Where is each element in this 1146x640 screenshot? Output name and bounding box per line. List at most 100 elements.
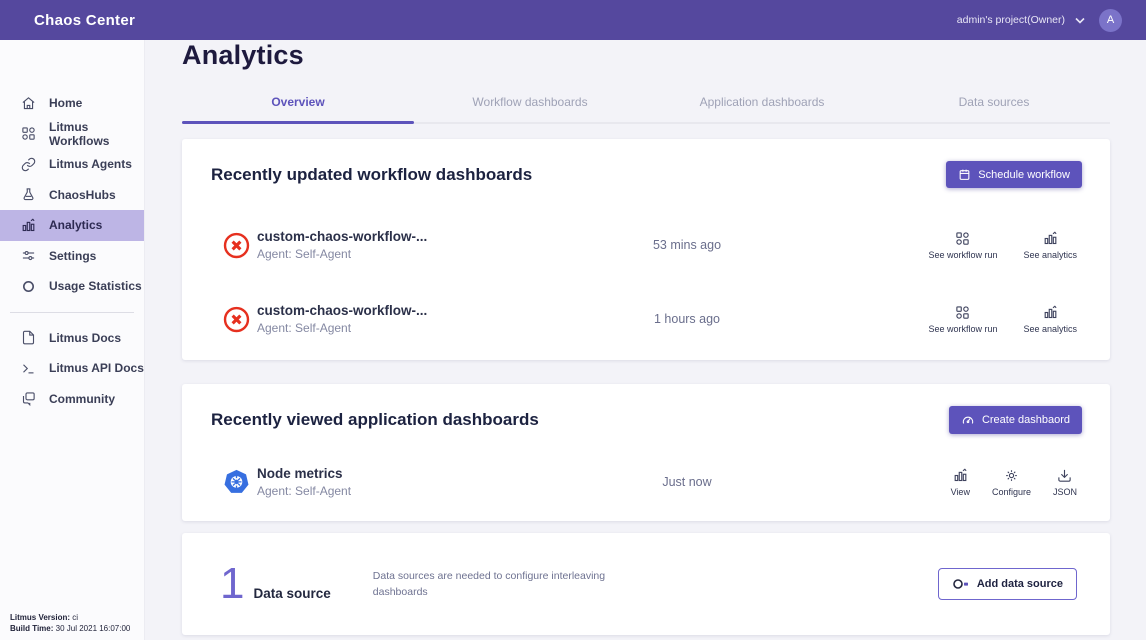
analytics-icon xyxy=(1043,305,1058,320)
avatar[interactable]: A xyxy=(1099,9,1122,32)
sidebar-item-label: Litmus API Docs xyxy=(49,361,144,375)
avatar-initial: A xyxy=(1107,14,1114,26)
app-header: Chaos Center admin's project(Owner) A xyxy=(0,0,1146,40)
configure-button[interactable]: Configure xyxy=(992,468,1031,497)
workflow-row: custom-chaos-workflow-... Agent: Self-Ag… xyxy=(182,208,1110,282)
kubernetes-node-icon xyxy=(222,468,251,497)
schedule-workflow-button[interactable]: Schedule workflow xyxy=(946,161,1082,188)
action-label: View xyxy=(951,487,970,497)
workflow-time: 1 hours ago xyxy=(557,312,817,326)
view-button[interactable]: View xyxy=(951,468,970,497)
download-icon xyxy=(1057,468,1072,483)
version-info: Litmus Version: ci Build Time: 30 Jul 20… xyxy=(10,612,130,634)
see-analytics-button[interactable]: See analytics xyxy=(1023,231,1077,260)
failed-status-icon xyxy=(222,305,251,334)
analytics-icon xyxy=(953,468,968,483)
action-label: See workflow run xyxy=(928,250,997,260)
data-source-count-label: Data source xyxy=(253,586,330,603)
workflow-agent: Agent: Self-Agent xyxy=(257,247,557,261)
sidebar-item-home[interactable]: Home xyxy=(0,88,144,119)
analytics-icon xyxy=(1043,231,1058,246)
sidebar-item-litmus-docs[interactable]: Litmus Docs xyxy=(0,323,144,354)
create-dashboard-button[interactable]: Create dashbaord xyxy=(949,406,1082,434)
tab-overview[interactable]: Overview xyxy=(182,84,414,122)
sidebar-item-litmus-workflows[interactable]: Litmus Workflows xyxy=(0,119,144,150)
json-download-button[interactable]: JSON xyxy=(1053,468,1077,497)
sidebar-item-label: Litmus Docs xyxy=(49,331,121,345)
project-selector[interactable]: admin's project(Owner) xyxy=(957,14,1085,26)
calendar-icon xyxy=(958,168,971,181)
workflow-row: custom-chaos-workflow-... Agent: Self-Ag… xyxy=(182,282,1110,356)
data-source-card: 1 Data source Data sources are needed to… xyxy=(182,533,1110,635)
version-label: Litmus Version: xyxy=(10,613,70,622)
failed-status-icon xyxy=(222,231,251,260)
sidebar-item-chaoshubs[interactable]: ChaosHubs xyxy=(0,180,144,211)
card-title: Recently viewed application dashboards xyxy=(211,410,539,430)
tab-data-sources[interactable]: Data sources xyxy=(878,84,1110,122)
home-icon xyxy=(21,96,36,111)
sliders-icon xyxy=(21,248,36,263)
workflows-icon xyxy=(21,126,36,141)
workflow-name[interactable]: custom-chaos-workflow-... xyxy=(257,229,557,244)
button-label: Schedule workflow xyxy=(978,169,1070,181)
add-data-source-button[interactable]: Add data source xyxy=(938,568,1077,600)
build-time-value: 30 Jul 2021 16:07:00 xyxy=(53,624,130,633)
sidebar-item-label: Home xyxy=(49,96,82,110)
app-title: Chaos Center xyxy=(34,12,135,29)
community-icon xyxy=(21,391,36,406)
sidebar-item-litmus-agents[interactable]: Litmus Agents xyxy=(0,149,144,180)
sidebar-item-community[interactable]: Community xyxy=(0,384,144,415)
tab-workflow-dashboards[interactable]: Workflow dashboards xyxy=(414,84,646,122)
terminal-icon xyxy=(21,361,36,376)
workflow-name[interactable]: custom-chaos-workflow-... xyxy=(257,303,557,318)
see-workflow-run-button[interactable]: See workflow run xyxy=(928,231,997,260)
circle-icon xyxy=(21,279,36,294)
sidebar-item-label: Usage Statistics xyxy=(49,279,142,293)
document-icon xyxy=(21,330,36,345)
button-label: Create dashbaord xyxy=(982,414,1070,426)
analytics-icon xyxy=(21,218,36,233)
build-time-label: Build Time: xyxy=(10,624,53,633)
gear-icon xyxy=(1004,468,1019,483)
dashboard-time: Just now xyxy=(557,475,817,489)
action-label: Configure xyxy=(992,487,1031,497)
action-label: See analytics xyxy=(1023,324,1077,334)
sidebar-item-analytics[interactable]: Analytics xyxy=(0,210,144,241)
page-title: Analytics xyxy=(182,40,1146,71)
sidebar-item-label: Analytics xyxy=(49,218,102,232)
sidebar-item-label: Litmus Agents xyxy=(49,157,132,171)
sidebar-item-settings[interactable]: Settings xyxy=(0,241,144,272)
sidebar-item-label: Community xyxy=(49,392,115,406)
tab-bar: Overview Workflow dashboards Application… xyxy=(182,84,1110,124)
project-selector-label: admin's project(Owner) xyxy=(957,14,1065,26)
action-label: JSON xyxy=(1053,487,1077,497)
application-dashboards-card: Recently viewed application dashboards C… xyxy=(182,384,1110,521)
flask-icon xyxy=(21,187,36,202)
dashboard-agent: Agent: Self-Agent xyxy=(257,484,557,498)
see-workflow-run-button[interactable]: See workflow run xyxy=(928,305,997,334)
sidebar: Home Litmus Workflows Litmus Agents Chao… xyxy=(0,40,145,640)
workflow-agent: Agent: Self-Agent xyxy=(257,321,557,335)
card-title: Recently updated workflow dashboards xyxy=(211,165,532,185)
button-label: Add data source xyxy=(977,578,1063,590)
data-source-icon xyxy=(952,577,969,591)
see-analytics-button[interactable]: See analytics xyxy=(1023,305,1077,334)
workflow-time: 53 mins ago xyxy=(557,238,817,252)
chevron-down-icon xyxy=(1075,17,1085,24)
data-source-count: 1 xyxy=(220,565,244,602)
sidebar-item-litmus-api-docs[interactable]: Litmus API Docs xyxy=(0,353,144,384)
tab-application-dashboards[interactable]: Application dashboards xyxy=(646,84,878,122)
sidebar-item-label: Litmus Workflows xyxy=(49,120,144,148)
sidebar-item-usage-statistics[interactable]: Usage Statistics xyxy=(0,271,144,302)
workflow-run-icon xyxy=(955,231,970,246)
dashboard-row: Node metrics Agent: Self-Agent Just now … xyxy=(182,450,1110,514)
dashboard-name[interactable]: Node metrics xyxy=(257,466,557,481)
data-source-description: Data sources are needed to configure int… xyxy=(373,568,623,601)
workflow-run-icon xyxy=(955,305,970,320)
action-label: See analytics xyxy=(1023,250,1077,260)
main-content: Analytics Overview Workflow dashboards A… xyxy=(145,40,1146,640)
version-value: ci xyxy=(70,613,78,622)
workflow-dashboards-card: Recently updated workflow dashboards Sch… xyxy=(182,139,1110,360)
action-label: See workflow run xyxy=(928,324,997,334)
dashboard-icon xyxy=(961,413,975,427)
